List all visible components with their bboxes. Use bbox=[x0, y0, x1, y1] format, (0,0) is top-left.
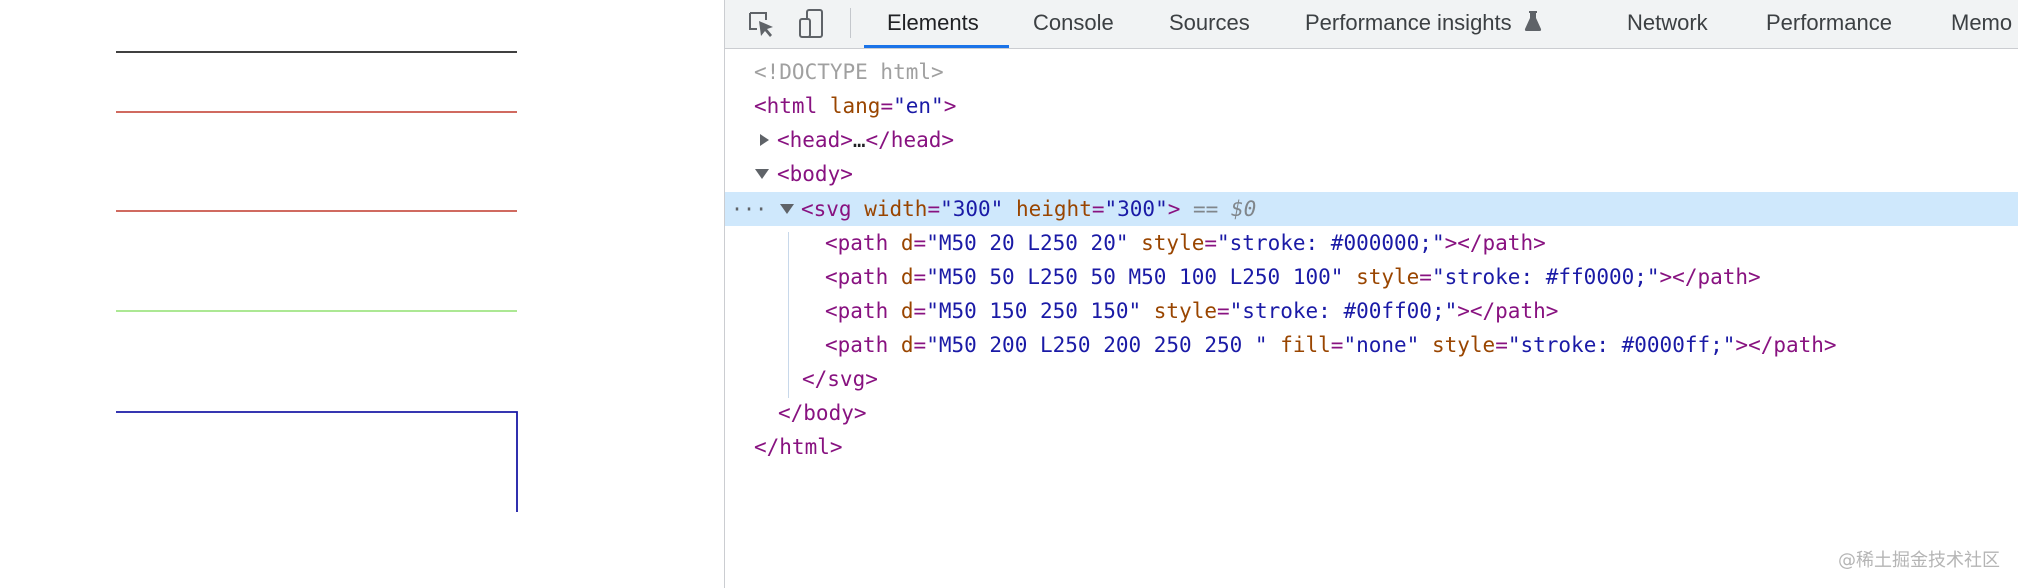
path-d-value: "M50 20 L250 20" bbox=[926, 231, 1129, 255]
dom-tree: <!DOCTYPE html> <html lang="en"> <head>…… bbox=[725, 49, 2018, 588]
body-open-text: <body> bbox=[777, 162, 853, 186]
more-options-icon[interactable]: ··· bbox=[731, 192, 767, 226]
path-tag: <path bbox=[825, 265, 889, 289]
path-d-value: "M50 150 250 150" bbox=[926, 299, 1142, 323]
inspect-element-icon[interactable] bbox=[744, 7, 778, 41]
path-tag: <path bbox=[825, 333, 889, 357]
path-d-value: "M50 50 L250 50 M50 100 L250 100" bbox=[926, 265, 1344, 289]
tab-performance[interactable]: Performance bbox=[1766, 0, 1892, 48]
blue-polyline bbox=[116, 411, 518, 512]
rendered-svg bbox=[116, 51, 518, 512]
devtools-panel: Elements Console Sources Performance ins… bbox=[725, 0, 2018, 588]
svg-width-value: "300" bbox=[940, 197, 1004, 221]
body-close-text: </body> bbox=[778, 401, 867, 425]
path-style-value: "stroke: #000000;" bbox=[1217, 231, 1445, 255]
html-tag-close: > bbox=[943, 94, 957, 118]
head-close: </head> bbox=[865, 128, 955, 152]
tab-network[interactable]: Network bbox=[1627, 0, 1708, 48]
watermark: @稀土掘金技术社区 bbox=[1838, 550, 2000, 571]
svg-open-text: <svg width="300" height="300"> == $0 bbox=[801, 197, 1257, 221]
html-tag: <html bbox=[754, 94, 818, 118]
path-text: <path d="M50 50 L250 50 M50 100 L250 100… bbox=[825, 265, 1761, 289]
head-text: <head>…</head> bbox=[777, 123, 954, 157]
collapse-triangle-icon[interactable] bbox=[780, 192, 794, 226]
path-text: <path d="M50 150 250 150" style="stroke:… bbox=[825, 299, 1559, 323]
tree-node-svg-selected[interactable]: ··· <svg width="300" height="300"> == $0 bbox=[725, 192, 2018, 226]
selection-ref: $0 bbox=[1230, 197, 1257, 221]
path-style-value: "stroke: #ff0000;" bbox=[1431, 265, 1660, 289]
path-style-attr: style bbox=[1153, 299, 1217, 323]
tree-node-path[interactable]: <path d="M50 200 L250 200 250 250 " fill… bbox=[725, 328, 2018, 362]
path-d-value: "M50 200 L250 200 250 250 " bbox=[926, 333, 1268, 357]
svg-tag: <svg bbox=[801, 197, 852, 221]
expand-triangle-icon[interactable] bbox=[758, 123, 772, 157]
path-tag: <path bbox=[825, 231, 889, 255]
doctype-text: <!DOCTYPE html> bbox=[754, 60, 944, 84]
path-style-value: "stroke: #00ff00;" bbox=[1229, 299, 1458, 323]
tree-node-html-close[interactable]: </html> bbox=[725, 430, 2018, 464]
path-close: ></path> bbox=[1659, 265, 1761, 289]
flask-icon bbox=[1524, 11, 1541, 31]
tree-node-body[interactable]: <body> bbox=[725, 157, 2018, 191]
collapse-triangle-icon[interactable] bbox=[755, 157, 769, 191]
tree-node-path[interactable]: <path d="M50 50 L250 50 M50 100 L250 100… bbox=[725, 260, 2018, 294]
path-close: ></path> bbox=[1457, 299, 1559, 323]
active-tab-indicator bbox=[864, 45, 1009, 48]
head-ellipsis: … bbox=[852, 128, 866, 152]
path-d-attr: d bbox=[900, 299, 914, 323]
path-text: <path d="M50 200 L250 200 250 250 " fill… bbox=[825, 333, 1837, 357]
tab-sources[interactable]: Sources bbox=[1169, 0, 1250, 48]
devtools-toolbar: Elements Console Sources Performance ins… bbox=[725, 0, 2018, 49]
tab-elements[interactable]: Elements bbox=[887, 0, 979, 48]
tree-node-html[interactable]: <html lang="en"> bbox=[725, 89, 2018, 123]
path-close: ></path> bbox=[1444, 231, 1546, 255]
svg-height-attr: height bbox=[1015, 197, 1092, 221]
svg-width-attr: width bbox=[864, 197, 928, 221]
path-style-attr: style bbox=[1141, 231, 1205, 255]
tree-node-doctype[interactable]: <!DOCTYPE html> bbox=[725, 55, 2018, 89]
svg-close-text: </svg> bbox=[802, 367, 878, 391]
tab-memory[interactable]: Memo bbox=[1951, 0, 2012, 48]
path-fill-value: "none" bbox=[1343, 333, 1420, 357]
path-style-value: "stroke: #0000ff;" bbox=[1507, 333, 1736, 357]
toolbar-separator bbox=[850, 8, 851, 38]
path-d-attr: d bbox=[900, 231, 914, 255]
path-fill-attr: fill bbox=[1280, 333, 1331, 357]
tab-console[interactable]: Console bbox=[1033, 0, 1114, 48]
tree-node-head[interactable]: <head>…</head> bbox=[725, 123, 2018, 157]
path-style-attr: style bbox=[1431, 333, 1496, 357]
path-tag: <path bbox=[825, 299, 889, 323]
tree-node-body-close[interactable]: </body> bbox=[725, 396, 2018, 430]
html-lang-attr: lang bbox=[829, 94, 881, 118]
selection-eq: == bbox=[1193, 197, 1219, 221]
tree-node-path[interactable]: <path d="M50 20 L250 20" style="stroke: … bbox=[725, 226, 2018, 260]
html-close-text: </html> bbox=[754, 435, 843, 459]
html-lang-value: "en" bbox=[893, 94, 944, 118]
tab-performance-insights-label: Performance insights bbox=[1305, 10, 1512, 35]
tab-performance-insights[interactable]: Performance insights bbox=[1305, 0, 1542, 48]
path-text: <path d="M50 20 L250 20" style="stroke: … bbox=[825, 231, 1546, 255]
path-d-attr: d bbox=[900, 333, 914, 357]
page-preview bbox=[0, 0, 724, 588]
svg-height-value: "300" bbox=[1104, 197, 1168, 221]
tree-node-path[interactable]: <path d="M50 150 250 150" style="stroke:… bbox=[725, 294, 2018, 328]
head-open: <head> bbox=[777, 128, 853, 152]
path-d-attr: d bbox=[900, 265, 914, 289]
svg-tag-close: > bbox=[1167, 197, 1181, 221]
tree-node-svg-close[interactable]: </svg> bbox=[725, 362, 2018, 396]
device-toolbar-icon[interactable] bbox=[795, 7, 829, 41]
html-open-text: <html lang="en"> bbox=[754, 94, 957, 118]
path-style-attr: style bbox=[1356, 265, 1420, 289]
path-close: ></path> bbox=[1735, 333, 1837, 357]
